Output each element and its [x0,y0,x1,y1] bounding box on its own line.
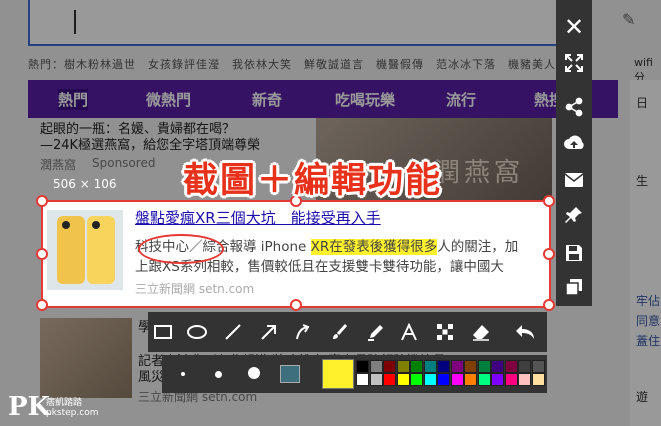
resize-handle-top-left[interactable] [36,195,48,207]
color-swatch[interactable] [410,373,423,386]
marker-icon[interactable] [360,317,390,347]
color-swatch[interactable] [450,373,464,386]
capture-selection[interactable]: 盤點愛瘋XR三個大坑 能接受再入手 科技中心／綜合報導 iPhone XR在發表… [41,200,551,308]
resize-handle-bottom[interactable] [290,299,302,311]
color-swatch[interactable] [477,373,491,386]
color-swatch[interactable] [464,360,477,373]
mosaic-icon[interactable] [430,317,460,347]
selection-size-label: 506 × 106 [53,177,117,191]
resize-handle-left[interactable] [36,248,48,260]
feature-banner: 截圖＋編輯功能 [183,161,443,201]
color-swatch[interactable] [356,360,369,373]
save-icon[interactable] [559,238,589,268]
color-swatch[interactable] [410,360,423,373]
color-swatch[interactable] [450,360,464,373]
text-icon[interactable] [394,317,424,347]
share-icon[interactable] [559,92,589,122]
color-swatch[interactable] [437,373,450,386]
highlighter-mark: XR在發表後獲得很多 [310,239,438,255]
eraser-icon[interactable] [466,317,496,347]
color-swatch[interactable] [356,373,369,386]
color-swatch[interactable] [383,360,396,373]
ellipse-annotation[interactable] [138,234,224,264]
arrow-icon[interactable] [254,317,284,347]
rectangle-icon[interactable] [148,317,178,347]
current-color-swatch[interactable] [322,359,354,389]
fullscreen-icon[interactable] [559,48,589,78]
news-headline[interactable]: 盤點愛瘋XR三個大坑 能接受再入手 [135,207,381,228]
resize-handle-bottom-right[interactable] [543,299,555,311]
copy-icon[interactable] [559,272,589,302]
color-swatch[interactable] [369,360,383,373]
resize-handle-top-right[interactable] [543,195,555,207]
color-swatch[interactable] [504,360,518,373]
close-icon[interactable]: ✕ [559,12,589,42]
side-toolbar: ✕ [556,0,592,306]
brush-icon[interactable] [324,317,354,347]
resize-handle-bottom-left[interactable] [36,299,48,311]
pin-icon[interactable] [559,200,589,230]
line-icon[interactable] [218,317,248,347]
color-swatch[interactable] [423,360,437,373]
color-swatch[interactable] [491,373,504,386]
color-swatch[interactable] [531,360,545,373]
color-swatch[interactable] [491,360,504,373]
color-swatch[interactable] [383,373,396,386]
color-swatch[interactable] [464,373,477,386]
brush-size-fill[interactable] [280,365,300,383]
pk-logo-subtitle: 痞凱踏踏 pkstep.com [46,398,99,418]
color-swatch[interactable] [423,373,437,386]
news-source: 三立新聞網 setn.com [135,282,255,296]
brush-size-large[interactable] [248,367,260,379]
color-swatch[interactable] [369,373,383,386]
curve-arrow-icon[interactable] [288,317,318,347]
color-swatch[interactable] [396,360,410,373]
brush-size-medium[interactable] [215,371,222,378]
pk-logo: PK [8,392,51,422]
color-swatch[interactable] [437,360,450,373]
brush-size-small[interactable] [181,372,185,376]
iphone-xr-image [47,210,123,290]
color-swatch[interactable] [518,373,531,386]
color-swatch[interactable] [531,373,545,386]
upload-icon[interactable] [559,128,589,158]
color-swatch[interactable] [396,373,410,386]
edit-toolbar [148,312,547,352]
resize-handle-right[interactable] [543,248,555,260]
color-swatch[interactable] [518,360,531,373]
undo-icon[interactable] [510,317,540,347]
color-swatch[interactable] [504,373,518,386]
mail-icon[interactable] [559,165,589,195]
color-swatch[interactable] [477,360,491,373]
ellipse-icon[interactable] [182,317,212,347]
